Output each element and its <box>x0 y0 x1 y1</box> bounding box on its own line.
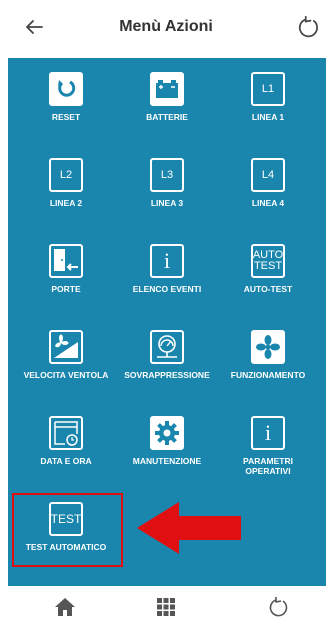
tile-label: RESET <box>51 112 81 122</box>
tile-label: DATA E ORA <box>40 456 92 466</box>
operation-tile[interactable]: FUNZIONAMENTO <box>218 330 318 380</box>
tile-label: LINEA 2 <box>49 198 83 208</box>
fan-speed-tile[interactable]: VELOCITA VENTOLA <box>16 330 116 380</box>
line3-tile[interactable]: L3 LINEA 3 <box>117 158 217 208</box>
tile-label: AUTO-TEST <box>243 284 293 294</box>
battery-icon <box>150 72 184 106</box>
highlight-box <box>12 493 123 567</box>
pointer-arrow-icon <box>137 502 241 554</box>
grid-icon[interactable] <box>155 596 177 618</box>
fan-speed-icon <box>49 330 83 364</box>
tile-label: LINEA 3 <box>150 198 184 208</box>
reset-icon <box>49 72 83 106</box>
autotest-icon: AUTO TEST <box>251 244 285 278</box>
door-icon <box>49 244 83 278</box>
event-list-tile[interactable]: i ELENCO EVENTI <box>117 244 217 294</box>
page-title: Menù Azioni <box>119 18 213 35</box>
line1-tile[interactable]: L1 LINEA 1 <box>218 72 318 122</box>
tile-label: PORTE <box>51 284 81 294</box>
bottom-nav <box>0 586 332 624</box>
reset-tile[interactable]: RESET <box>16 72 116 122</box>
home-icon[interactable] <box>54 596 76 618</box>
fan-icon <box>251 330 285 364</box>
tile-label: LINEA 4 <box>251 198 285 208</box>
pressure-gauge-icon <box>150 330 184 364</box>
refresh-icon[interactable] <box>296 14 322 40</box>
tile-label: LINEA 1 <box>251 112 285 122</box>
tile-label: PARAMETRI OPERATIVI <box>243 456 293 476</box>
line-icon: L2 <box>49 158 83 192</box>
tile-label: VELOCITA VENTOLA <box>23 370 109 380</box>
tile-label: MANUTENZIONE <box>132 456 202 466</box>
info-icon: i <box>150 244 184 278</box>
operating-parameters-tile[interactable]: i PARAMETRI OPERATIVI <box>218 416 318 476</box>
maintenance-tile[interactable]: MANUTENZIONE <box>117 416 217 466</box>
doors-tile[interactable]: PORTE <box>16 244 116 294</box>
overpressure-tile[interactable]: SOVRAPPRESSIONE <box>117 330 217 380</box>
tile-label: FUNZIONAMENTO <box>230 370 306 380</box>
header-bar: Menù Azioni <box>0 0 332 58</box>
line-icon: L4 <box>251 158 285 192</box>
refresh-icon[interactable] <box>268 596 290 618</box>
info-icon: i <box>251 416 285 450</box>
gear-icon <box>150 416 184 450</box>
tile-label: BATTERIE <box>146 112 188 122</box>
line4-tile[interactable]: L4 LINEA 4 <box>218 158 318 208</box>
calendar-clock-icon <box>49 416 83 450</box>
line-icon: L1 <box>251 72 285 106</box>
line2-tile[interactable]: L2 LINEA 2 <box>16 158 116 208</box>
date-time-tile[interactable]: DATA E ORA <box>16 416 116 466</box>
battery-tile[interactable]: BATTERIE <box>117 72 217 122</box>
line-icon: L3 <box>150 158 184 192</box>
tile-label: ELENCO EVENTI <box>132 284 202 294</box>
tile-label: SOVRAPPRESSIONE <box>124 370 210 380</box>
auto-test-tile[interactable]: AUTO TEST AUTO-TEST <box>218 244 318 294</box>
